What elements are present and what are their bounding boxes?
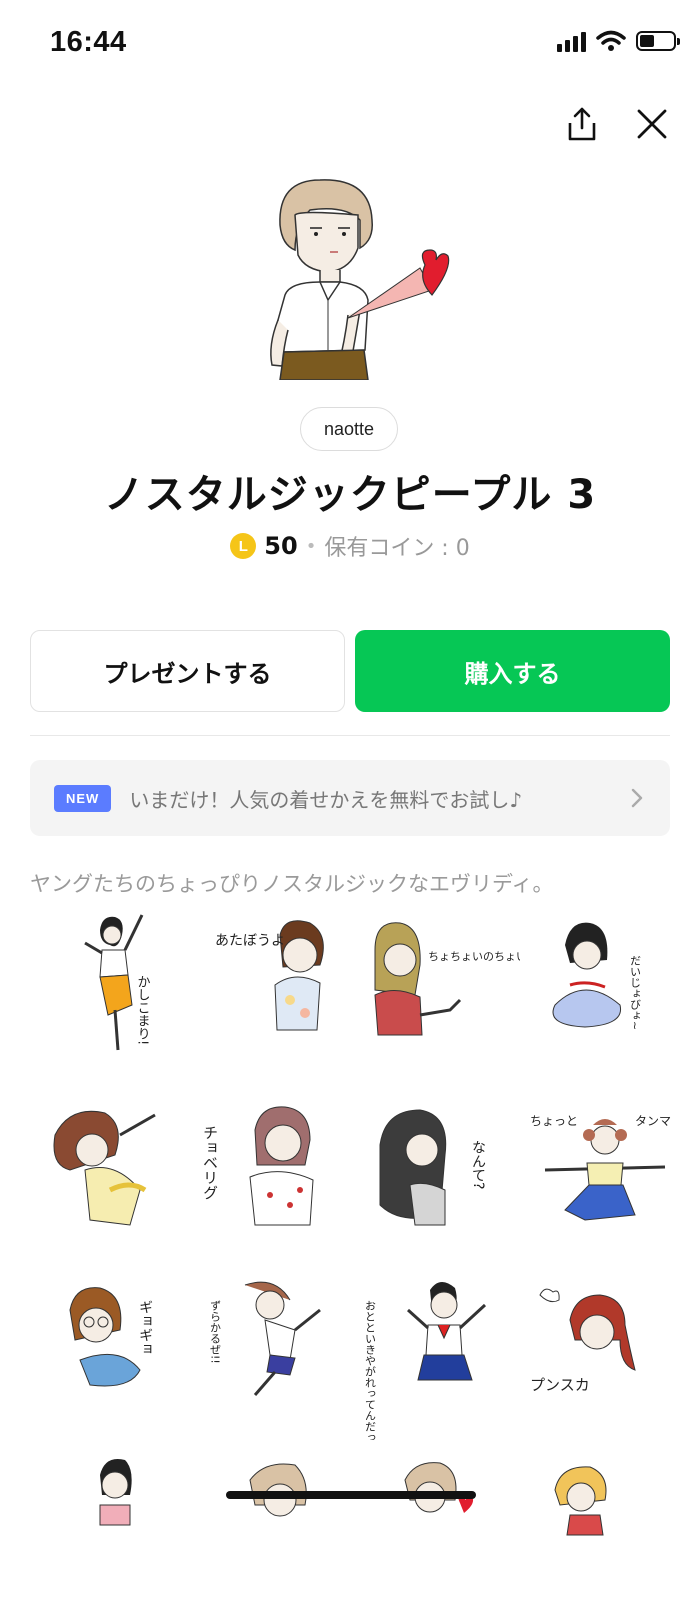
price-separator: • bbox=[305, 535, 317, 557]
share-icon[interactable] bbox=[562, 104, 602, 144]
sticker-caption: かしこまり! bbox=[135, 975, 150, 1045]
price-value: 50 bbox=[264, 532, 298, 560]
chevron-right-icon bbox=[631, 788, 643, 808]
price-row: L 50 • 保有コイン : 0 bbox=[0, 530, 700, 562]
sticker-item[interactable] bbox=[30, 1095, 190, 1265]
promo-text: いまだけ！人気の着せかえを無料でお試し♪ bbox=[129, 787, 523, 812]
status-time: 16:44 bbox=[50, 26, 127, 58]
sticker-caption: ずらかるぜ!! bbox=[209, 1300, 222, 1364]
close-icon[interactable] bbox=[632, 104, 672, 144]
sticker-item[interactable] bbox=[30, 1445, 190, 1615]
sticker-item[interactable]: ずらかるぜ!! bbox=[195, 1270, 355, 1440]
sticker-caption: おとといきやがれってんだっ bbox=[364, 1300, 377, 1440]
buy-button[interactable]: 購入する bbox=[355, 630, 670, 712]
author-button[interactable]: naotte bbox=[300, 407, 398, 451]
promo-banner[interactable]: NEW いまだけ！人気の着せかえを無料でお試し♪ bbox=[30, 760, 670, 836]
sticker-title: ノスタルジックピープル 3 bbox=[103, 472, 597, 518]
sticker-item[interactable]: なんて? bbox=[360, 1095, 520, 1265]
sticker-item[interactable]: チョベリグ bbox=[195, 1095, 355, 1265]
battery-icon bbox=[636, 31, 680, 51]
sticker-caption: だいじょびょ~ bbox=[629, 955, 642, 1031]
signal-icon bbox=[557, 30, 586, 52]
sticker-caption: チョベリグ bbox=[201, 1125, 219, 1200]
sticker-item[interactable] bbox=[360, 1445, 520, 1615]
owned-coins: 保有コイン : 0 bbox=[324, 536, 470, 561]
home-indicator bbox=[226, 1491, 476, 1499]
sticker-item[interactable]: ちょっと タンマ bbox=[525, 1095, 685, 1265]
wifi-icon bbox=[596, 30, 626, 51]
sticker-caption: あたぼうよ bbox=[215, 933, 285, 949]
sticker-caption: なんて? bbox=[470, 1140, 486, 1189]
sticker-caption: ギョギョ bbox=[137, 1300, 153, 1356]
sticker-item[interactable] bbox=[195, 1445, 355, 1615]
sticker-caption: タンマ bbox=[635, 1114, 671, 1128]
sticker-description: ヤングたちのちょっぴりノスタルジックなエヴリディ。 bbox=[30, 872, 554, 896]
sticker-caption: ちょちょいのちょいよ! bbox=[428, 950, 520, 963]
sticker-item[interactable]: ギョギョ bbox=[30, 1270, 190, 1440]
sticker-caption: ちょっと bbox=[530, 1114, 578, 1128]
line-coin-icon: L bbox=[230, 533, 257, 559]
sticker-item[interactable] bbox=[525, 1445, 685, 1615]
new-badge: NEW bbox=[54, 784, 112, 812]
top-actions bbox=[562, 104, 672, 144]
main-sticker-image bbox=[270, 179, 450, 380]
sticker-item[interactable]: かしこまり! bbox=[30, 905, 190, 1075]
sticker-item[interactable]: あたぼうよ bbox=[195, 905, 355, 1075]
gift-button[interactable]: プレゼントする bbox=[30, 630, 345, 712]
sticker-item[interactable]: プンスカ bbox=[525, 1270, 685, 1440]
divider bbox=[30, 735, 670, 736]
status-icons bbox=[557, 30, 680, 52]
sticker-item[interactable]: だいじょびょ~ bbox=[525, 905, 685, 1075]
status-bar: 16:44 bbox=[0, 0, 700, 88]
sticker-item[interactable]: おとといきやがれってんだっ bbox=[360, 1270, 520, 1440]
sticker-caption: プンスカ bbox=[530, 1376, 590, 1394]
sticker-item[interactable]: ちょちょいのちょいよ! bbox=[360, 905, 520, 1075]
